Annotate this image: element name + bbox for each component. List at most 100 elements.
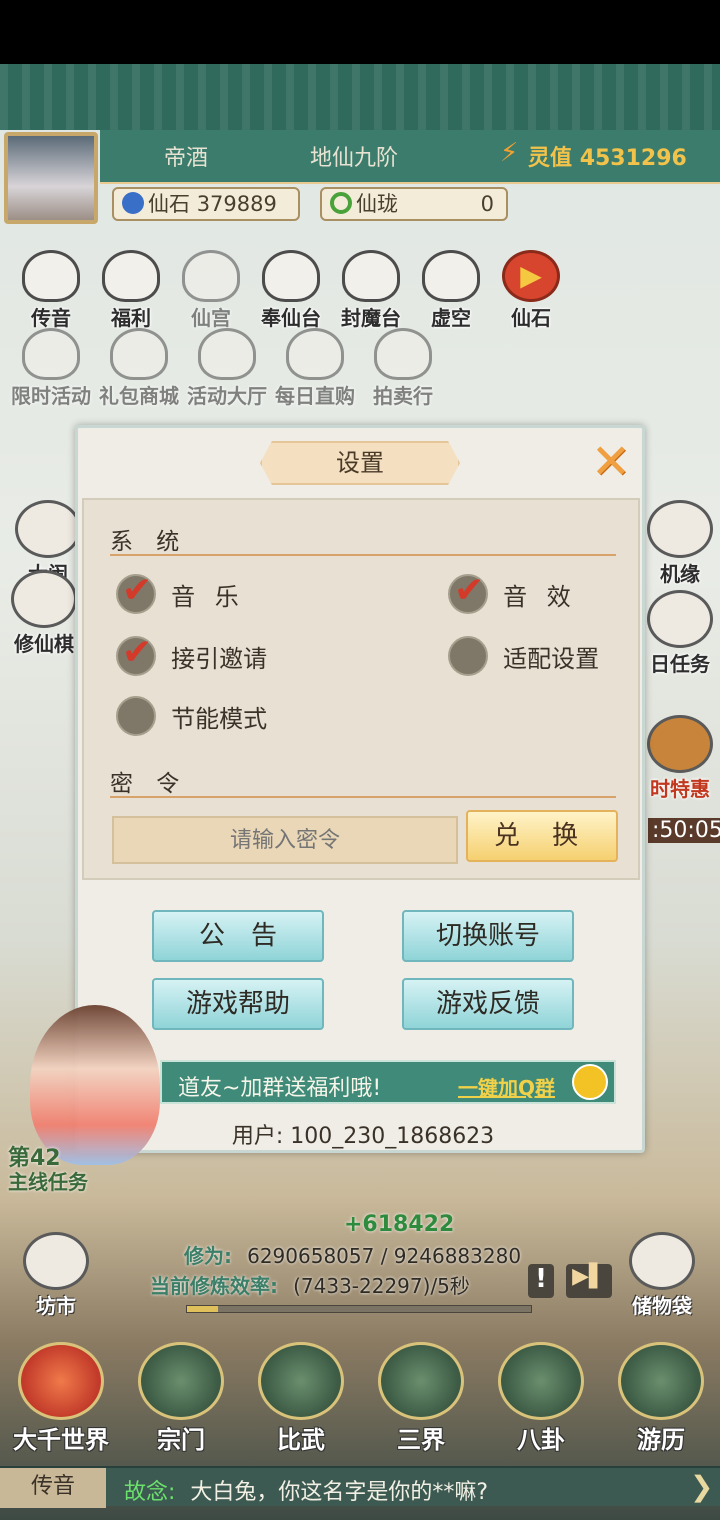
password-input[interactable] xyxy=(112,816,458,864)
option-sound[interactable]: 音 效 xyxy=(448,570,577,614)
quest-label[interactable]: 主线任务 xyxy=(8,1166,88,1195)
xianshi-label: 仙石 xyxy=(148,192,190,216)
feature-label: 限时活动 xyxy=(11,384,91,408)
feature-label: 礼包商城 xyxy=(99,384,179,408)
option-label: 接引邀请 xyxy=(171,644,268,673)
feature-chuanyin[interactable]: 传音 xyxy=(12,250,90,331)
feature-paimaihang[interactable]: 拍卖行 xyxy=(360,328,446,409)
feature-libaoshangcheng[interactable]: 礼包商城 xyxy=(96,328,182,409)
checkbox-music[interactable] xyxy=(116,570,156,614)
header-pattern xyxy=(0,64,720,130)
option-label: 音 乐 xyxy=(171,582,245,611)
book-icon xyxy=(647,590,713,648)
nav-youli[interactable]: 游历 xyxy=(606,1342,716,1455)
join-group-link[interactable]: 一键加Q群 xyxy=(458,1072,555,1101)
section-system-label: 系 统 xyxy=(110,529,188,555)
close-icon[interactable]: ✕ xyxy=(586,437,636,487)
side-label: 储物袋 xyxy=(632,1294,692,1318)
option-music[interactable]: 音 乐 xyxy=(116,570,245,614)
lingzhi-value: 4531296 xyxy=(579,146,687,171)
player-avatar[interactable] xyxy=(4,132,98,224)
bag-button[interactable]: 储物袋 xyxy=(622,1232,702,1319)
gem-icon xyxy=(122,192,144,214)
hall-icon xyxy=(198,328,256,380)
nav-biwu[interactable]: 比武 xyxy=(246,1342,356,1455)
market-button[interactable]: 坊市 xyxy=(16,1232,96,1319)
feature-fengmotai[interactable]: 封魔台 xyxy=(332,250,410,331)
feature-huodongdating[interactable]: 活动大厅 xyxy=(184,328,270,409)
option-label: 适配设置 xyxy=(503,644,600,673)
world-icon xyxy=(18,1342,104,1420)
notice-button[interactable]: 公 告 xyxy=(152,910,324,962)
checkbox-sound[interactable] xyxy=(448,570,488,614)
redeem-button[interactable]: 兑 换 xyxy=(466,810,618,862)
bottom-nav: 大千世界 宗门 比武 三界 八卦 游历 xyxy=(6,1342,716,1455)
nav-zongmen[interactable]: 宗门 xyxy=(126,1342,236,1455)
shop-icon xyxy=(110,328,168,380)
feature-fengxiantai[interactable]: 奉仙台 xyxy=(252,250,330,331)
switch-account-button[interactable]: 切换账号 xyxy=(402,910,574,962)
top-icons-row2: 限时活动 礼包商城 活动大厅 每日直购 拍卖行 xyxy=(8,328,446,409)
qq-icon[interactable] xyxy=(572,1064,608,1100)
sword-icon xyxy=(258,1342,344,1420)
option-label: 音 效 xyxy=(503,582,577,611)
gift-icon xyxy=(102,250,160,302)
alert-icon[interactable]: ! xyxy=(528,1264,554,1298)
feature-label: 传音 xyxy=(31,306,71,330)
seal-icon xyxy=(342,250,400,302)
section-divider xyxy=(110,796,616,798)
side-richrenwu[interactable]: 日任务 xyxy=(640,590,720,677)
feature-label: 活动大厅 xyxy=(187,384,267,408)
xianlong-box[interactable]: 仙珑 0 xyxy=(320,187,508,221)
checkbox-adapt[interactable] xyxy=(448,636,488,676)
xianlong-label: 仙珑 xyxy=(356,192,398,216)
rate-label: 当前修炼效率: xyxy=(150,1274,278,1298)
video-icon[interactable]: ▶▌ xyxy=(566,1264,612,1298)
xiuwei-row: 修为: 6290658057 / 9246883280 xyxy=(184,1240,521,1269)
feature-xiangong[interactable]: 仙宫 xyxy=(172,250,250,331)
realm-icon xyxy=(378,1342,464,1420)
feature-xianshi[interactable]: ▶ 仙石 xyxy=(492,250,570,331)
nav-label: 比武 xyxy=(277,1426,325,1454)
feedback-button[interactable]: 游戏反馈 xyxy=(402,978,574,1030)
cultivation-gain: +618422 xyxy=(344,1212,455,1237)
nav-label: 游历 xyxy=(637,1426,685,1454)
cultivation-progress xyxy=(186,1305,532,1313)
jade-ring-icon xyxy=(330,192,352,214)
palace-icon xyxy=(182,250,240,302)
option-powersave[interactable]: 节能模式 xyxy=(116,696,267,736)
option-adapt[interactable]: 适配设置 xyxy=(448,636,599,676)
market-icon xyxy=(23,1232,89,1290)
side-jiyuan[interactable]: 机缘 xyxy=(640,500,720,587)
yinyang-icon xyxy=(498,1342,584,1420)
nav-sanjie[interactable]: 三界 xyxy=(366,1342,476,1455)
dialog-title: 设置 xyxy=(260,441,460,485)
nav-daqianshijie[interactable]: 大千世界 xyxy=(6,1342,116,1455)
feature-fuli[interactable]: 福利 xyxy=(92,250,170,331)
xianshi-box[interactable]: 仙石 379889 xyxy=(112,187,300,221)
feature-meirizhigou[interactable]: 每日直购 xyxy=(272,328,358,409)
feature-xianshihuodong[interactable]: 限时活动 xyxy=(8,328,94,409)
feature-xukong[interactable]: 虚空 xyxy=(412,250,490,331)
nav-bagua[interactable]: 八卦 xyxy=(486,1342,596,1455)
feature-label: 奉仙台 xyxy=(261,306,321,330)
qq-group-banner: 道友~加群送福利哦! 一键加Q群 xyxy=(160,1060,616,1104)
feature-label: 每日直购 xyxy=(275,384,355,408)
side-xiuxianqi[interactable]: 修仙棋 xyxy=(4,570,84,657)
chevron-right-icon[interactable]: ❯ xyxy=(690,1470,713,1503)
chat-bar[interactable]: 传音 故念: 大白兔，你这名字是你的**嘛? ❯ xyxy=(0,1466,720,1508)
side-shitehui[interactable]: 时特惠 xyxy=(640,715,720,802)
feature-label: 封魔台 xyxy=(341,306,401,330)
checkbox-invite[interactable] xyxy=(116,632,156,676)
chat-message: 故念: 大白兔，你这名字是你的**嘛? xyxy=(124,1474,488,1506)
side-label: 时特惠 xyxy=(650,777,710,801)
countdown-timer: :50:05 xyxy=(648,818,720,843)
option-label: 节能模式 xyxy=(171,704,268,733)
help-button[interactable]: 游戏帮助 xyxy=(152,978,324,1030)
option-invite[interactable]: 接引邀请 xyxy=(116,632,268,676)
section-divider xyxy=(110,554,616,556)
chat-tab[interactable]: 传音 xyxy=(0,1468,106,1508)
lightning-icon: ⚡ xyxy=(500,138,519,168)
feature-label: 福利 xyxy=(111,306,151,330)
checkbox-powersave[interactable] xyxy=(116,696,156,736)
